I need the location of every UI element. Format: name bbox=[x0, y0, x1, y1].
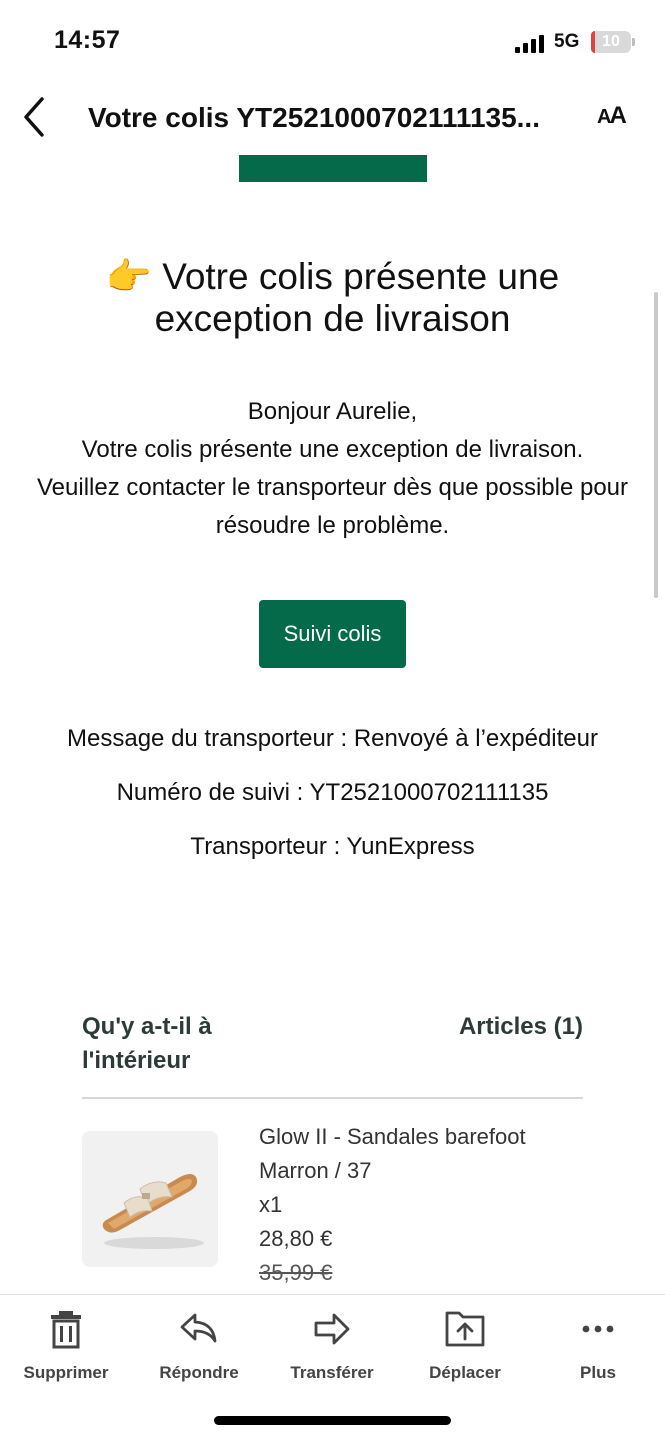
network-type: 5G bbox=[554, 31, 580, 52]
delete-label: Supprimer bbox=[23, 1363, 109, 1382]
items-heading: Qu'y a-t-il à l'intérieur bbox=[82, 1013, 212, 1074]
product-details: Glow II - Sandales barefoot Marron / 37 … bbox=[259, 1120, 609, 1290]
greeting-text: Bonjour Aurelie, bbox=[247, 398, 418, 425]
product-name: Glow II - Sandales barefoot bbox=[259, 1124, 526, 1149]
status-time: 14:57 bbox=[54, 26, 121, 54]
status-bar: 14:57 5G 10 bbox=[0, 0, 665, 80]
trash-icon bbox=[51, 1311, 81, 1349]
email-headline: 👉 Votre colis présente une exception de … bbox=[40, 256, 625, 340]
items-divider bbox=[82, 1097, 583, 1099]
tracking-number: Numéro de suivi : YT2521000702111135 bbox=[116, 779, 549, 806]
forward-label: Transférer bbox=[290, 1363, 374, 1382]
body-line-1: Votre colis présente une exception de li… bbox=[81, 436, 584, 463]
pointing-hand-emoji: 👉 bbox=[105, 256, 152, 297]
text-size-small-a: A bbox=[597, 106, 612, 128]
carrier-info: Message du transporteur : Renvoyé à l’ex… bbox=[30, 712, 635, 874]
more-label: Plus bbox=[580, 1363, 616, 1382]
product-price: 28,80 € bbox=[259, 1226, 333, 1251]
forward-icon bbox=[314, 1313, 350, 1345]
body-line-2: Veuillez contacter le transporteur dès q… bbox=[36, 474, 629, 539]
product-image[interactable] bbox=[82, 1131, 218, 1267]
email-subject-title: Votre colis YT2521000702111135... bbox=[88, 102, 540, 133]
reply-icon bbox=[180, 1313, 217, 1343]
more-button[interactable]: Plus bbox=[533, 1309, 663, 1389]
back-chevron-icon[interactable] bbox=[20, 96, 50, 138]
battery-icon: 10 bbox=[591, 31, 631, 53]
text-size-button[interactable]: AA bbox=[597, 102, 627, 130]
battery-tip bbox=[632, 38, 635, 46]
sandal-image-icon bbox=[102, 1174, 204, 1249]
email-body: Bonjour Aurelie, Votre colis présente un… bbox=[20, 393, 645, 545]
signal-icon bbox=[515, 33, 547, 53]
product-old-price: 35,99 € bbox=[259, 1260, 333, 1285]
carrier-message: Message du transporteur : Renvoyé à l’ex… bbox=[67, 725, 598, 752]
battery-percentage: 10 bbox=[602, 33, 620, 50]
track-package-button[interactable]: Suivi colis bbox=[259, 600, 406, 668]
nav-bar: Votre colis YT2521000702111135... AA bbox=[0, 84, 665, 152]
items-count: Articles (1) bbox=[458, 1013, 583, 1040]
text-size-large-a: A bbox=[609, 102, 626, 129]
header-banner-bar bbox=[239, 155, 427, 182]
delete-button[interactable]: Supprimer bbox=[1, 1309, 131, 1389]
more-icon bbox=[582, 1325, 614, 1333]
headline-text: Votre colis présente une exception de li… bbox=[154, 256, 560, 339]
move-label: Déplacer bbox=[429, 1363, 501, 1382]
reply-label: Répondre bbox=[159, 1363, 239, 1382]
home-indicator[interactable] bbox=[214, 1416, 451, 1425]
scrollbar[interactable] bbox=[654, 292, 658, 598]
reply-button[interactable]: Répondre bbox=[134, 1309, 264, 1389]
forward-button[interactable]: Transférer bbox=[267, 1309, 397, 1389]
move-folder-icon bbox=[445, 1311, 485, 1347]
product-variant: Marron / 37 bbox=[259, 1158, 372, 1183]
move-button[interactable]: Déplacer bbox=[400, 1309, 530, 1389]
product-quantity: x1 bbox=[259, 1192, 283, 1217]
carrier-name: Transporteur : YunExpress bbox=[190, 833, 475, 860]
